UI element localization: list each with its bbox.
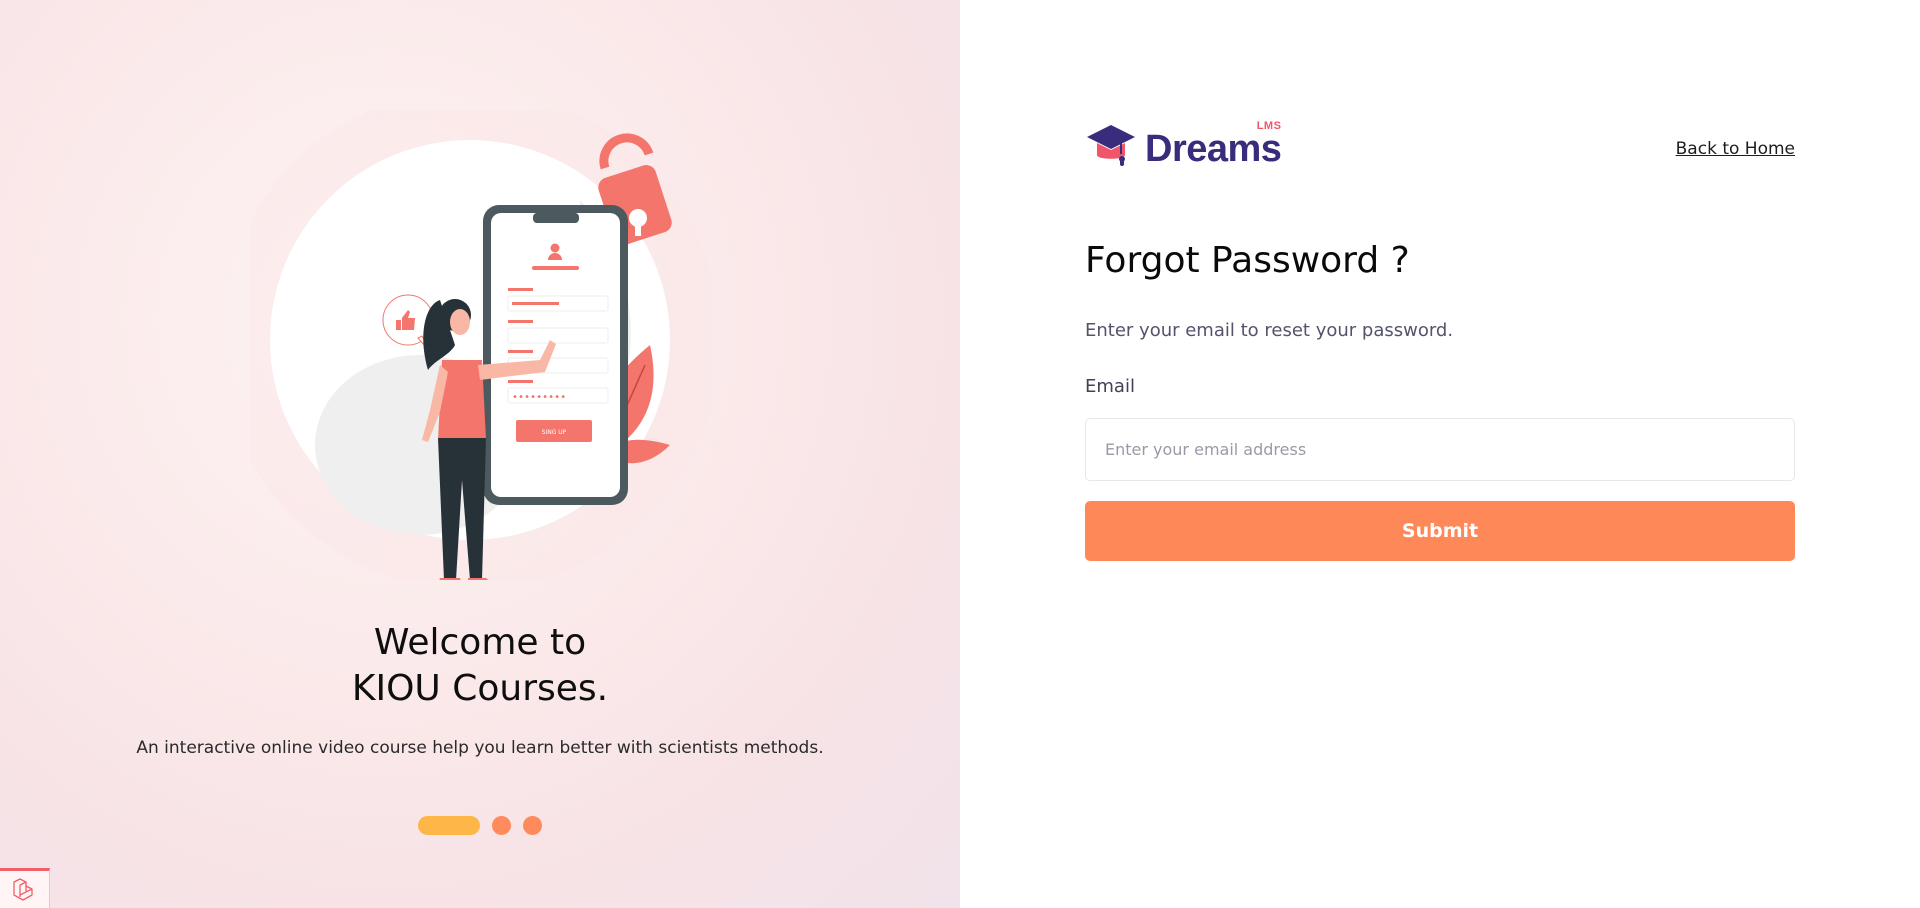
welcome-title-line1: Welcome to (373, 622, 587, 663)
logo-wordmark: Dreams (1145, 128, 1282, 170)
email-label: Email (1085, 376, 1135, 397)
welcome-subtitle: An interactive online video course help … (136, 738, 824, 758)
form-panel: Dreams LMS Back to Home Forgot Password … (960, 0, 1920, 908)
promo-panel: ••••••••• SING UP Welcome to KIOU Course… (0, 0, 960, 908)
back-to-home-link[interactable]: Back to Home (1676, 139, 1795, 159)
carousel-dot-2[interactable] (492, 815, 511, 835)
svg-text:•••••••••: ••••••••• (512, 392, 566, 403)
form-subtitle: Enter your email to reset your password. (1085, 320, 1454, 341)
submit-button[interactable]: Submit (1085, 501, 1795, 561)
carousel-dot-1[interactable] (418, 815, 480, 835)
page-title: Forgot Password ? (1085, 240, 1410, 281)
logo-text: Dreams LMS (1145, 121, 1282, 170)
laravel-logo-icon[interactable] (0, 868, 50, 908)
illustration-signup-text: SING UP (542, 429, 567, 436)
carousel-indicators (418, 815, 542, 835)
graduation-cap-icon (1087, 125, 1135, 166)
signup-illustration: ••••••••• SING UP (250, 110, 710, 580)
welcome-title: Welcome to KIOU Courses. (0, 620, 960, 712)
logo-superscript: LMS (1256, 120, 1282, 132)
email-field[interactable] (1085, 418, 1795, 481)
brand-logo[interactable]: Dreams LMS (1085, 121, 1282, 170)
carousel-dot-3[interactable] (523, 815, 542, 835)
welcome-title-line2: KIOU Courses. (351, 668, 609, 709)
